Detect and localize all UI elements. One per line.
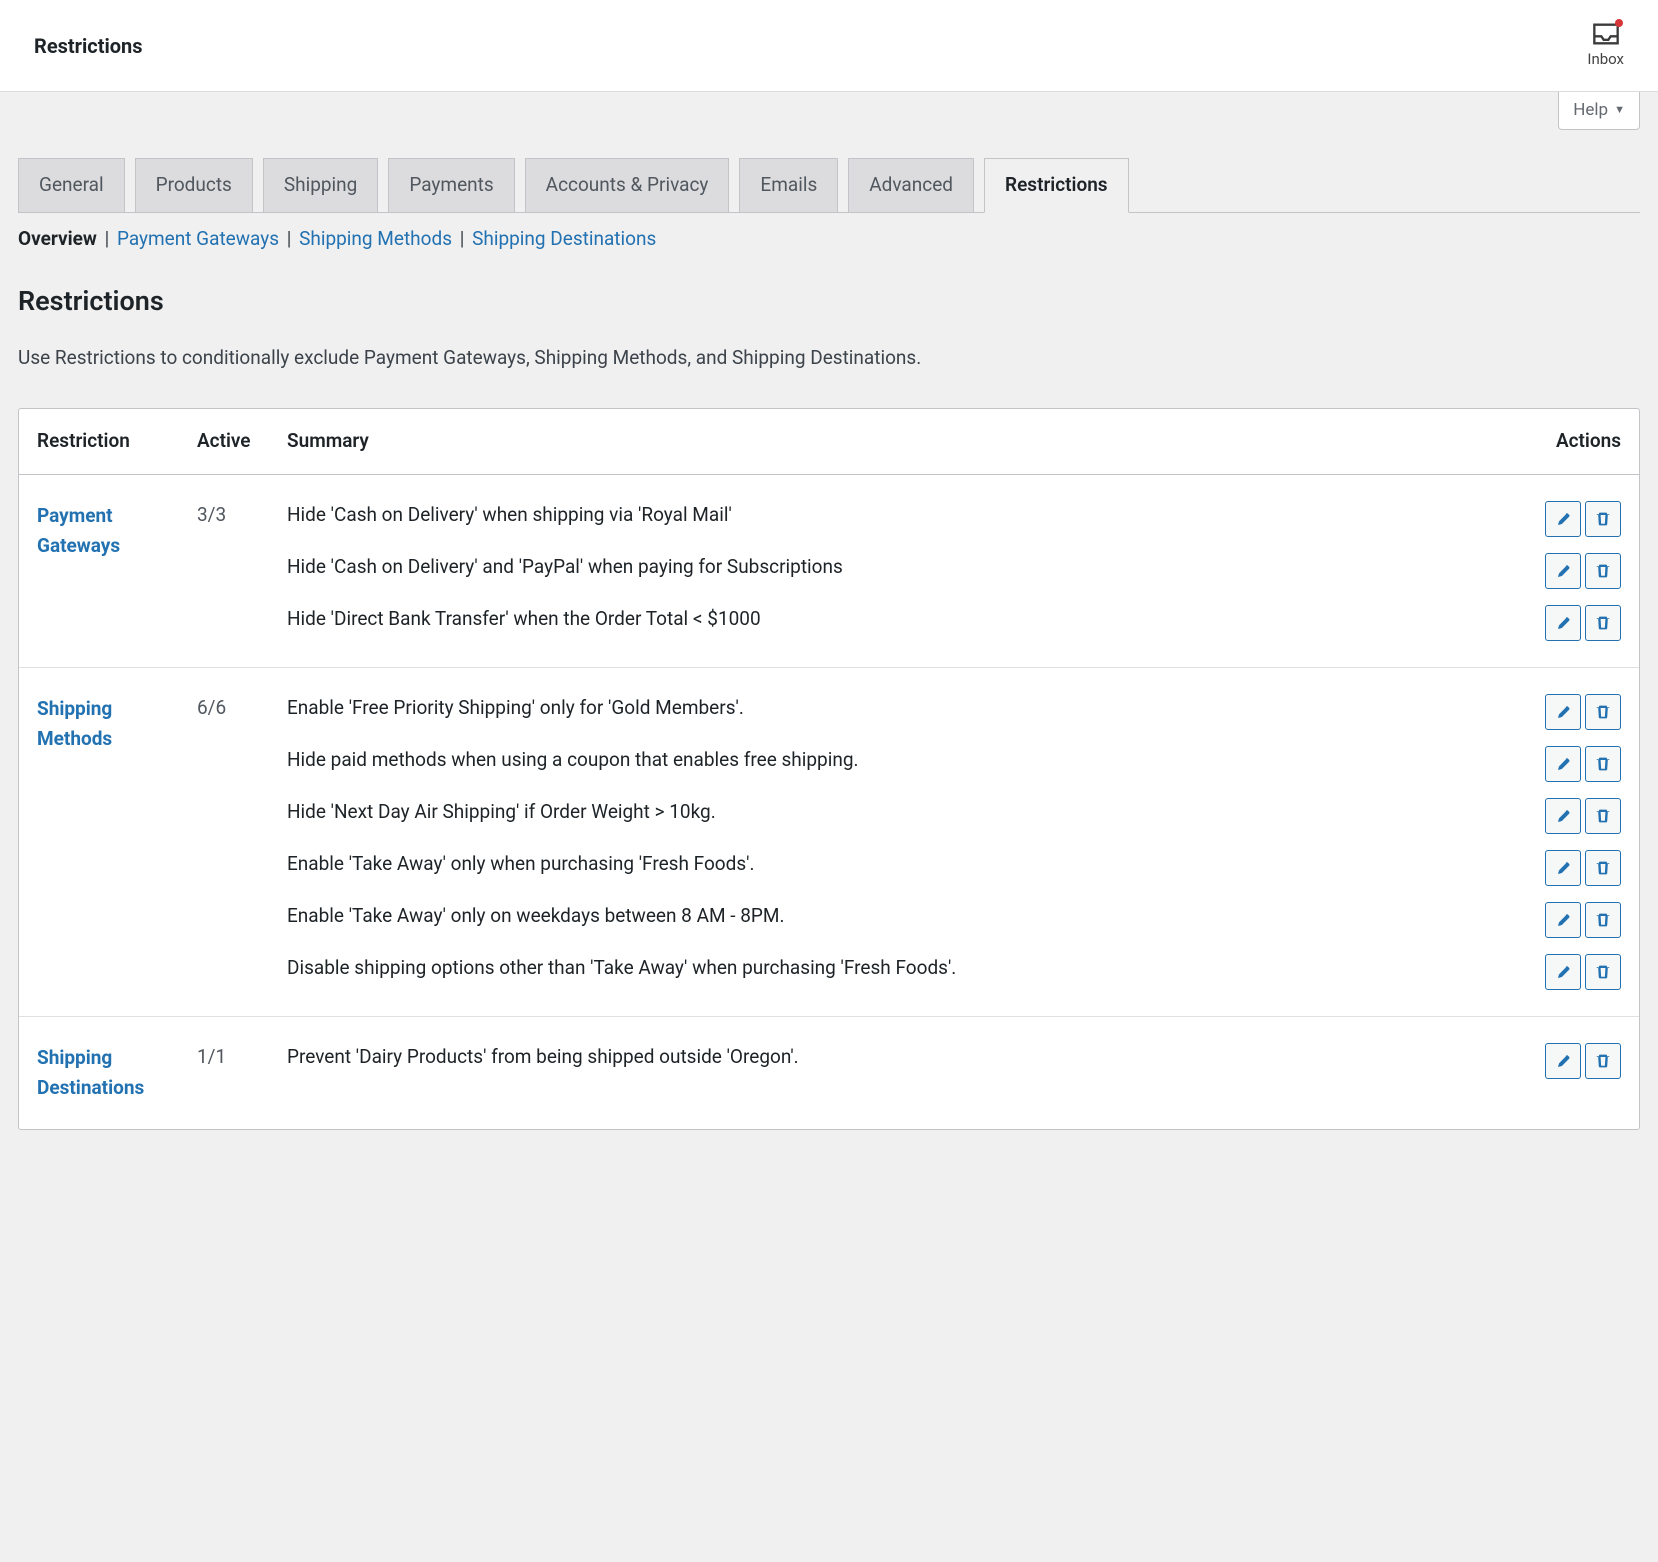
summary-row: Enable 'Take Away' only when purchasing …: [287, 850, 1621, 886]
col-summary: Summary: [269, 409, 1529, 474]
pencil-icon: [1555, 912, 1571, 928]
tab-emails[interactable]: Emails: [739, 158, 838, 212]
notification-dot: [1615, 19, 1623, 27]
sub-nav-link-shipping-destinations[interactable]: Shipping Destinations: [472, 227, 656, 250]
inbox-icon: [1592, 22, 1620, 46]
delete-button[interactable]: [1585, 798, 1621, 834]
trash-icon: [1595, 511, 1611, 527]
pencil-icon: [1555, 808, 1571, 824]
restriction-link-payment-gateways[interactable]: PaymentGateways: [37, 504, 120, 557]
edit-button[interactable]: [1545, 605, 1581, 641]
delete-button[interactable]: [1585, 553, 1621, 589]
page-title: Restrictions: [34, 31, 143, 61]
top-bar: Restrictions Inbox: [0, 0, 1658, 92]
tab-restrictions[interactable]: Restrictions: [984, 158, 1129, 213]
table-row: PaymentGateways 3/3 Hide 'Cash on Delivery…: [19, 474, 1639, 667]
inbox-label: Inbox: [1587, 48, 1624, 71]
sub-nav-link-payment-gateways[interactable]: Payment Gateways: [117, 227, 279, 250]
pencil-icon: [1555, 756, 1571, 772]
delete-button[interactable]: [1585, 850, 1621, 886]
help-toggle[interactable]: Help ▼: [1558, 92, 1640, 131]
edit-button[interactable]: [1545, 1043, 1581, 1079]
delete-button[interactable]: [1585, 902, 1621, 938]
summary-row: Prevent 'Dairy Products' from being ship…: [287, 1043, 1621, 1079]
summary-row: Hide 'Next Day Air Shipping' if Order We…: [287, 798, 1621, 834]
restriction-link-shipping-methods[interactable]: ShippingMethods: [37, 697, 112, 750]
trash-icon: [1595, 808, 1611, 824]
col-restriction: Restriction: [19, 409, 179, 474]
summary-row: Enable 'Take Away' only on weekdays betw…: [287, 902, 1621, 938]
delete-button[interactable]: [1585, 1043, 1621, 1079]
chevron-down-icon: ▼: [1614, 102, 1625, 119]
pencil-icon: [1555, 704, 1571, 720]
trash-icon: [1595, 860, 1611, 876]
trash-icon: [1595, 563, 1611, 579]
summary-row: Hide paid methods when using a coupon th…: [287, 746, 1621, 782]
pencil-icon: [1555, 563, 1571, 579]
summary-text: Enable 'Take Away' only when purchasing …: [287, 850, 1525, 879]
summary-text: Enable 'Take Away' only on weekdays betw…: [287, 902, 1525, 931]
delete-button[interactable]: [1585, 501, 1621, 537]
summary-row: Hide 'Cash on Delivery' when shipping vi…: [287, 501, 1621, 537]
summary-text: Hide 'Cash on Delivery' when shipping vi…: [287, 501, 1525, 530]
delete-button[interactable]: [1585, 954, 1621, 990]
summary-row: Enable 'Free Priority Shipping' only for…: [287, 694, 1621, 730]
trash-icon: [1595, 912, 1611, 928]
trash-icon: [1595, 964, 1611, 980]
section-description: Use Restrictions to conditionally exclud…: [18, 344, 1640, 373]
delete-button[interactable]: [1585, 746, 1621, 782]
pencil-icon: [1555, 615, 1571, 631]
col-actions: Actions: [1529, 409, 1639, 474]
edit-button[interactable]: [1545, 798, 1581, 834]
summary-row: Hide 'Direct Bank Transfer' when the Ord…: [287, 605, 1621, 641]
table-row: ShippingDestinations 1/1 Prevent 'Dairy Pr…: [19, 1016, 1639, 1129]
pencil-icon: [1555, 1053, 1571, 1069]
summary-text: Disable shipping options other than 'Tak…: [287, 954, 1525, 983]
pencil-icon: [1555, 860, 1571, 876]
active-count: 6/6: [179, 667, 269, 1016]
inbox-button[interactable]: Inbox: [1587, 22, 1624, 71]
tab-accounts-privacy[interactable]: Accounts & Privacy: [525, 158, 730, 212]
active-count: 3/3: [179, 474, 269, 667]
tab-products[interactable]: Products: [135, 158, 253, 212]
trash-icon: [1595, 704, 1611, 720]
edit-button[interactable]: [1545, 902, 1581, 938]
col-active: Active: [179, 409, 269, 474]
pencil-icon: [1555, 511, 1571, 527]
pencil-icon: [1555, 964, 1571, 980]
tab-shipping[interactable]: Shipping: [263, 158, 379, 212]
active-count: 1/1: [179, 1016, 269, 1129]
summary-text: Hide 'Next Day Air Shipping' if Order We…: [287, 798, 1525, 827]
summary-text: Prevent 'Dairy Products' from being ship…: [287, 1043, 1525, 1072]
delete-button[interactable]: [1585, 605, 1621, 641]
help-label: Help: [1573, 98, 1608, 124]
edit-button[interactable]: [1545, 850, 1581, 886]
section-heading: Restrictions: [18, 281, 1640, 322]
tab-advanced[interactable]: Advanced: [848, 158, 974, 212]
settings-tabs: GeneralProductsShippingPaymentsAccounts …: [18, 158, 1640, 213]
delete-button[interactable]: [1585, 694, 1621, 730]
edit-button[interactable]: [1545, 746, 1581, 782]
summary-row: Disable shipping options other than 'Tak…: [287, 954, 1621, 990]
summary-text: Hide 'Cash on Delivery' and 'PayPal' whe…: [287, 553, 1525, 582]
tab-payments[interactable]: Payments: [388, 158, 514, 212]
trash-icon: [1595, 756, 1611, 772]
trash-icon: [1595, 1053, 1611, 1069]
summary-text: Enable 'Free Priority Shipping' only for…: [287, 694, 1525, 723]
table-row: ShippingMethods 6/6 Enable 'Free Priority …: [19, 667, 1639, 1016]
edit-button[interactable]: [1545, 694, 1581, 730]
summary-text: Hide paid methods when using a coupon th…: [287, 746, 1525, 775]
summary-row: Hide 'Cash on Delivery' and 'PayPal' whe…: [287, 553, 1621, 589]
restriction-link-shipping-destinations[interactable]: ShippingDestinations: [37, 1046, 144, 1099]
tab-general[interactable]: General: [18, 158, 125, 212]
restrictions-table: Restriction Active Summary Actions Payme…: [18, 408, 1640, 1130]
edit-button[interactable]: [1545, 501, 1581, 537]
summary-text: Hide 'Direct Bank Transfer' when the Ord…: [287, 605, 1525, 634]
sub-nav-link-shipping-methods[interactable]: Shipping Methods: [299, 227, 452, 250]
edit-button[interactable]: [1545, 553, 1581, 589]
trash-icon: [1595, 615, 1611, 631]
edit-button[interactable]: [1545, 954, 1581, 990]
sub-nav-current: Overview: [18, 227, 97, 250]
sub-nav: Overview | Payment Gateways | Shipping M…: [18, 225, 1640, 254]
